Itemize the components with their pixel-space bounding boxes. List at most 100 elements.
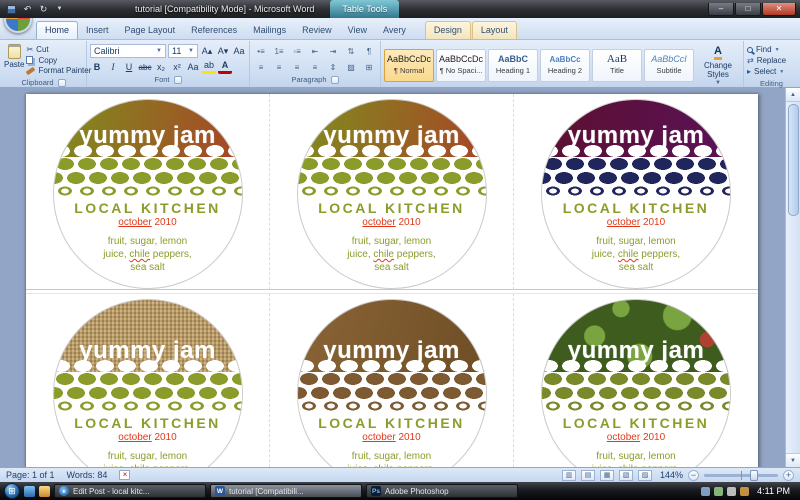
- style-title[interactable]: AaBTitle: [592, 49, 642, 82]
- font-dialog-launcher[interactable]: [174, 76, 182, 84]
- clear-formatting-button[interactable]: Aa: [232, 44, 246, 58]
- zoom-slider-thumb[interactable]: [750, 470, 758, 481]
- align-right-button[interactable]: ≡: [289, 60, 305, 74]
- style-subtitle[interactable]: AaBbCcISubtitle: [644, 49, 694, 82]
- paste-button[interactable]: Paste: [4, 42, 24, 69]
- tab-avery[interactable]: Avery: [375, 22, 414, 39]
- proofing-status-icon[interactable]: ×: [119, 470, 130, 480]
- multilevel-list-button[interactable]: ◦≡: [289, 44, 305, 58]
- maximize-button[interactable]: □: [735, 3, 761, 16]
- tab-table-design[interactable]: Design: [425, 21, 471, 39]
- scrollbar-thumb[interactable]: [788, 104, 799, 216]
- table-cell[interactable]: yummy jam LOCAL KITCHEN october 2010 fru…: [514, 293, 758, 467]
- zoom-slider[interactable]: [704, 474, 778, 477]
- align-center-button[interactable]: ≡: [271, 60, 287, 74]
- zoom-level[interactable]: 144%: [657, 470, 683, 480]
- save-button[interactable]: [5, 3, 18, 16]
- jam-label-3[interactable]: yummy jam LOCAL KITCHEN october 2010 fru…: [541, 99, 731, 289]
- strikethrough-button[interactable]: abc: [138, 60, 152, 74]
- change-styles-button[interactable]: A Change Styles ▼: [696, 44, 740, 87]
- format-painter-button[interactable]: Format Painter: [26, 65, 91, 76]
- view-outline-button[interactable]: ▧: [619, 470, 633, 481]
- numbering-button[interactable]: 1≡: [271, 44, 287, 58]
- view-draft-button[interactable]: ▨: [638, 470, 652, 481]
- scroll-up-button[interactable]: ▲: [786, 88, 800, 102]
- table-cell[interactable]: yummy jam LOCAL KITCHEN october 2010 fru…: [270, 94, 514, 290]
- tray-icon[interactable]: [740, 487, 749, 496]
- tab-table-layout[interactable]: Layout: [472, 21, 517, 39]
- underline-button[interactable]: U: [122, 60, 136, 74]
- copy-button[interactable]: Copy: [26, 55, 91, 66]
- page-indicator[interactable]: Page: 1 of 1: [6, 470, 55, 480]
- replace-button[interactable]: ⇄Replace: [747, 55, 796, 66]
- tray-icon[interactable]: [701, 487, 710, 496]
- taskbar-window-word[interactable]: W tutorial [Compatibili...: [210, 484, 362, 498]
- tab-references[interactable]: References: [183, 22, 245, 39]
- quick-launch-icon[interactable]: [24, 486, 35, 497]
- document-page[interactable]: yummy jam LOCAL KITCHEN october 2010 fru…: [26, 94, 758, 467]
- line-spacing-button[interactable]: ⇕: [325, 60, 341, 74]
- font-size-combo[interactable]: 11▼: [168, 44, 198, 58]
- find-button[interactable]: Find▼: [747, 44, 796, 55]
- align-left-button[interactable]: ≡: [253, 60, 269, 74]
- font-name-combo[interactable]: Calibri▼: [90, 44, 166, 58]
- start-button[interactable]: ⊞: [4, 483, 20, 499]
- jam-label-2[interactable]: yummy jam LOCAL KITCHEN october 2010 fru…: [297, 99, 487, 289]
- undo-button[interactable]: ↶: [21, 3, 34, 16]
- show-hide-marks-button[interactable]: ¶: [361, 44, 377, 58]
- cut-button[interactable]: ✂Cut: [26, 44, 91, 55]
- table-cell[interactable]: yummy jam LOCAL KITCHEN october 2010 fru…: [26, 94, 270, 290]
- zoom-in-button[interactable]: +: [783, 470, 794, 481]
- grow-font-button[interactable]: A▴: [200, 44, 214, 58]
- vertical-scrollbar[interactable]: ▲ ▼: [785, 88, 800, 467]
- redo-button[interactable]: ↻: [37, 3, 50, 16]
- tray-icon[interactable]: [714, 487, 723, 496]
- italic-button[interactable]: I: [106, 60, 120, 74]
- text-highlight-button[interactable]: ab: [202, 60, 216, 74]
- quick-launch-icon[interactable]: [39, 486, 50, 497]
- close-button[interactable]: ✕: [762, 3, 796, 16]
- jam-label-1[interactable]: yummy jam LOCAL KITCHEN october 2010 fru…: [53, 99, 243, 289]
- decrease-indent-button[interactable]: ⇤: [307, 44, 323, 58]
- sort-button[interactable]: ⇅: [343, 44, 359, 58]
- paragraph-dialog-launcher[interactable]: [331, 76, 339, 84]
- change-case-button[interactable]: Aa: [186, 60, 200, 74]
- taskbar-window-browser[interactable]: e Edit Post - local kitc...: [54, 484, 206, 498]
- shrink-font-button[interactable]: A▾: [216, 44, 230, 58]
- style-heading2[interactable]: AaBbCcHeading 2: [540, 49, 590, 82]
- view-print-layout-button[interactable]: ▥: [562, 470, 576, 481]
- clock[interactable]: 4:11 PM: [753, 486, 796, 496]
- minimize-button[interactable]: –: [708, 3, 734, 16]
- zoom-out-button[interactable]: −: [688, 470, 699, 481]
- increase-indent-button[interactable]: ⇥: [325, 44, 341, 58]
- table-cell[interactable]: yummy jam LOCAL KITCHEN october 2010 fru…: [26, 293, 270, 467]
- table-cell[interactable]: yummy jam LOCAL KITCHEN october 2010 fru…: [270, 293, 514, 467]
- style-no-spacing[interactable]: AaBbCcDc¶ No Spaci...: [436, 49, 486, 82]
- select-button[interactable]: ▸Select▼: [747, 66, 796, 77]
- bold-button[interactable]: B: [90, 60, 104, 74]
- tab-review[interactable]: Review: [294, 22, 340, 39]
- justify-button[interactable]: ≡: [307, 60, 323, 74]
- qat-dropdown-button[interactable]: ▼: [53, 3, 66, 16]
- jam-label-4[interactable]: yummy jam LOCAL KITCHEN october 2010 fru…: [53, 299, 243, 467]
- tab-home[interactable]: Home: [36, 21, 78, 39]
- borders-button[interactable]: ⊞: [361, 60, 377, 74]
- scroll-down-button[interactable]: ▼: [786, 453, 800, 467]
- style-normal[interactable]: AaBbCcDc¶ Normal: [384, 49, 434, 82]
- font-color-button[interactable]: A: [218, 60, 232, 74]
- view-full-screen-button[interactable]: ▤: [581, 470, 595, 481]
- taskbar-window-photoshop[interactable]: Ps Adobe Photoshop: [366, 484, 518, 498]
- tray-icon[interactable]: [727, 487, 736, 496]
- subscript-button[interactable]: x₂: [154, 60, 168, 74]
- tab-page-layout[interactable]: Page Layout: [117, 22, 184, 39]
- superscript-button[interactable]: x²: [170, 60, 184, 74]
- jam-label-5[interactable]: yummy jam LOCAL KITCHEN october 2010 fru…: [297, 299, 487, 467]
- style-heading1[interactable]: AaBbCHeading 1: [488, 49, 538, 82]
- bullets-button[interactable]: •≡: [253, 44, 269, 58]
- clipboard-dialog-launcher[interactable]: [58, 79, 66, 87]
- word-count[interactable]: Words: 84: [67, 470, 108, 480]
- shading-button[interactable]: ▨: [343, 60, 359, 74]
- jam-label-6[interactable]: yummy jam LOCAL KITCHEN october 2010 fru…: [541, 299, 731, 467]
- tab-mailings[interactable]: Mailings: [245, 22, 294, 39]
- view-web-layout-button[interactable]: ▦: [600, 470, 614, 481]
